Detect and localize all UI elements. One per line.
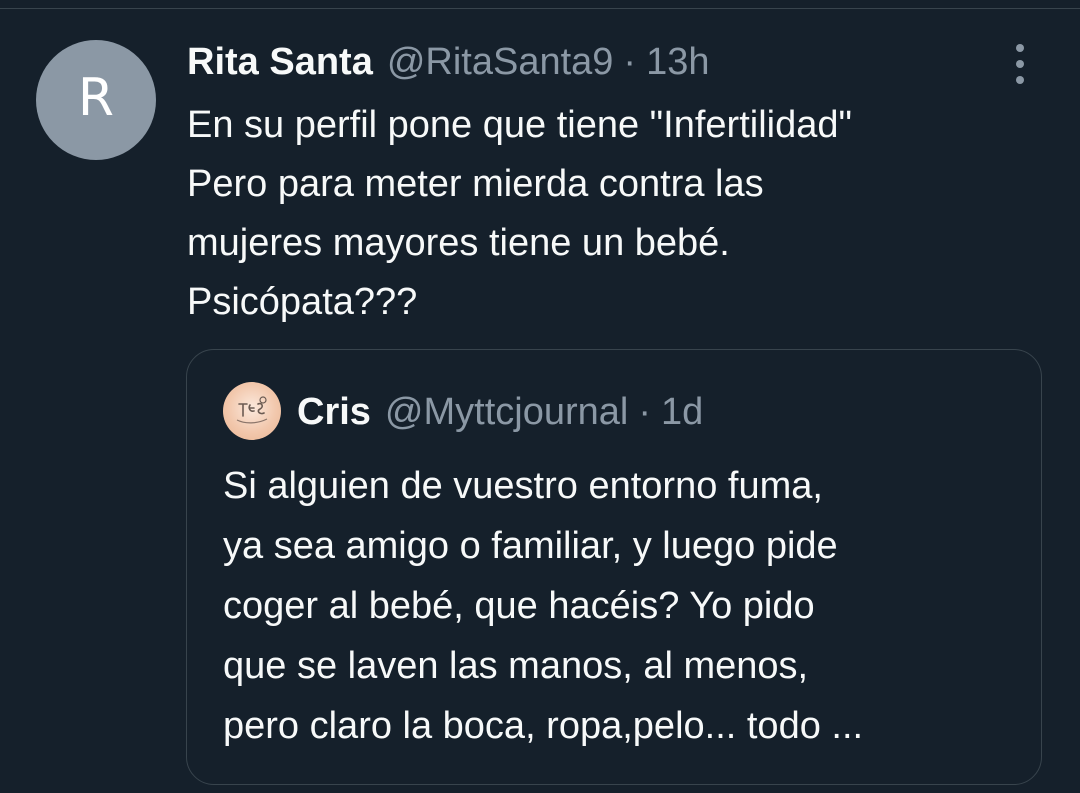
more-vertical-icon — [1016, 44, 1024, 52]
quoted-text-line: Si alguien de vuestro entorno fuma, — [223, 465, 823, 507]
quoted-text-line: que se laven las manos, al menos, — [223, 645, 809, 687]
tweet-text-line: mujeres mayores tiene un bebé. — [187, 222, 730, 264]
more-vertical-icon-dot — [1016, 76, 1024, 84]
tweet-text-line: En su perfil pone que tiene "Infertilida… — [187, 104, 852, 146]
quoted-text-line: pero claro la boca, ropa,pelo... todo ..… — [223, 705, 864, 747]
quoted-avatar-sketch-icon — [236, 396, 268, 424]
quoted-tweet-header: Cris @Myttcjournal · 1d — [297, 388, 703, 436]
more-vertical-icon-dot — [1016, 60, 1024, 68]
quoted-tweet-text: Si alguien de vuestro entorno fuma, ya s… — [223, 456, 1023, 756]
avatar-letter: R — [77, 68, 115, 128]
quoted-user-avatar[interactable] — [223, 382, 281, 440]
timestamp[interactable]: 13h — [646, 41, 709, 84]
quoted-display-name[interactable]: Cris — [297, 391, 371, 434]
display-name[interactable]: Rita Santa — [187, 41, 373, 84]
tweet-text: En su perfil pone que tiene "Infertilida… — [187, 96, 1027, 332]
tweet-header: Rita Santa @RitaSanta9 · 13h — [187, 38, 709, 86]
quoted-text-line: coger al bebé, que hacéis? Yo pido — [223, 585, 815, 627]
user-avatar[interactable]: R — [36, 40, 156, 160]
quoted-user-handle[interactable]: @Myttcjournal — [385, 391, 628, 434]
tweet-text-line: Pero para meter mierda contra las — [187, 163, 764, 205]
more-options-button[interactable] — [1004, 44, 1036, 84]
quoted-timestamp[interactable]: 1d — [661, 391, 703, 434]
quoted-tweet-card[interactable]: Cris @Myttcjournal · 1d Si alguien de vu… — [186, 349, 1042, 785]
quoted-separator-dot: · — [638, 390, 651, 433]
user-handle[interactable]: @RitaSanta9 — [387, 41, 614, 84]
top-divider — [0, 8, 1080, 9]
tweet-text-line: Psicópata??? — [187, 281, 418, 323]
quoted-text-line: ya sea amigo o familiar, y luego pide — [223, 525, 838, 567]
separator-dot: · — [623, 40, 637, 83]
